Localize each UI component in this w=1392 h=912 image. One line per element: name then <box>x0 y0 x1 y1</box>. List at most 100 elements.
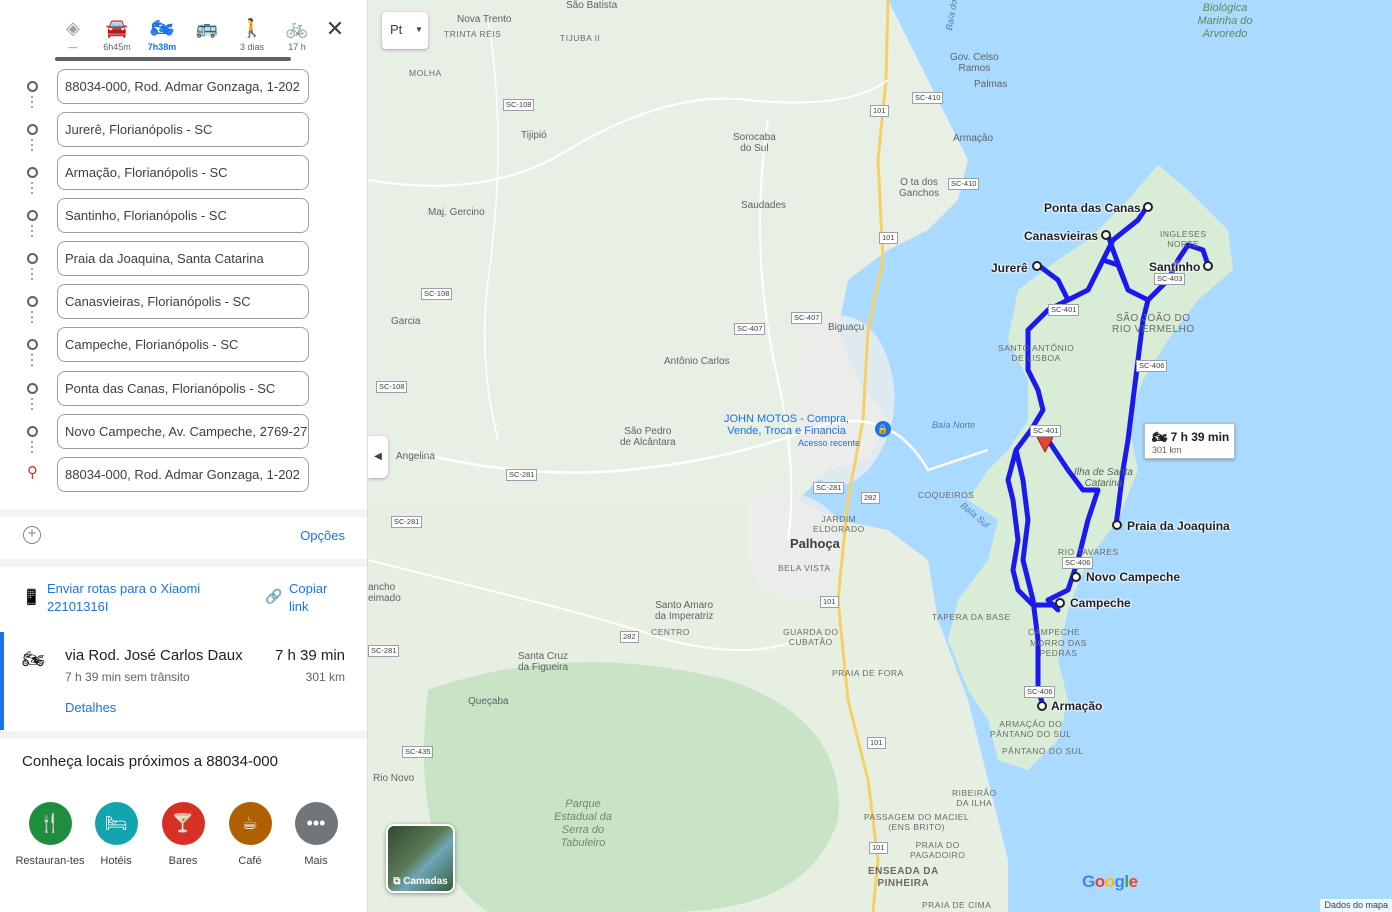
nearby-label: Hotéis <box>100 855 132 867</box>
map-waypoint-label: Canasvieiras <box>1024 229 1099 243</box>
nearby-label: Café <box>238 855 262 867</box>
map-canvas[interactable]: Nova Trento TRINTA RÉIS São Batista TIJU… <box>368 0 1392 912</box>
mode-motorcycle[interactable]: 🏍 7h38m <box>144 14 180 52</box>
language-button[interactable]: Pt ▼ <box>382 12 428 49</box>
waypoint-input[interactable]: Jurerê, Florianópolis - SC <box>57 112 309 147</box>
layers-label: ⧉ Camadas <box>393 876 448 887</box>
send-to-phone-icon: 📱 <box>22 589 41 606</box>
nearby-label: Bares <box>168 855 198 867</box>
waypoint-input[interactable]: 88034-000, Rod. Admar Gonzaga, 1-202 <box>57 69 309 104</box>
mode-car[interactable]: 🚘 6h45m <box>99 14 135 52</box>
route-tooltip[interactable]: 🏍 7 h 39 min 301 km <box>1144 423 1235 459</box>
copy-link-button[interactable]: Copiar link <box>289 580 349 616</box>
waypoint-input[interactable]: Armação, Florianópolis - SC <box>57 155 309 190</box>
divider <box>0 731 367 739</box>
bicycle-icon: 🚲 <box>285 18 309 38</box>
drag-dots-icon <box>31 139 34 153</box>
map-waypoint-label: Santinho <box>1149 260 1201 274</box>
route-option-card[interactable]: 🏍 via Rod. José Carlos Daux 7 h 39 min 7… <box>0 632 367 730</box>
nearby-hotels[interactable]: 🛏 Hotéis <box>81 802 151 868</box>
mode-bicycle[interactable]: 🚲 17 h <box>279 14 315 52</box>
waypoint-input[interactable]: Santinho, Florianópolis - SC <box>57 198 309 233</box>
more-icon: ••• <box>294 802 338 845</box>
details-link[interactable]: Detalhes <box>65 700 116 715</box>
mode-best-route[interactable]: ◈ — <box>55 14 91 52</box>
waypoint-row: Armação, Florianópolis - SC <box>0 154 367 194</box>
mode-label: 6h45m <box>103 42 131 52</box>
waypoint-dot-icon <box>27 383 38 394</box>
map-waypoint-label: Armação <box>1051 699 1103 713</box>
google-logo: Google <box>1082 872 1138 891</box>
link-icon: 🔗 <box>265 588 283 604</box>
drag-dots-icon <box>31 268 34 282</box>
language-label: Pt <box>390 22 403 37</box>
waypoint-dot-icon <box>27 296 38 307</box>
motorcycle-icon: 🏍 <box>150 18 174 38</box>
route-via: via Rod. José Carlos Daux <box>65 647 243 664</box>
waypoint-input[interactable]: Novo Campeche, Av. Campeche, 2769-27 <box>57 414 309 449</box>
waypoint-row: Novo Campeche, Av. Campeche, 2769-27 <box>0 413 367 453</box>
waypoint-row: Praia da Joaquina, Santa Catarina <box>0 240 367 280</box>
waypoint-row: Campeche, Florianópolis - SC <box>0 326 367 366</box>
options-button[interactable]: Opções <box>300 528 345 543</box>
walk-icon: 🚶 <box>240 18 264 38</box>
mode-transit[interactable]: 🚌 <box>189 14 225 42</box>
route-distance: 301 km <box>305 670 345 684</box>
share-row: 📱 Enviar rotas para o Xiaomi 22101316I 🔗… <box>0 570 367 628</box>
coffee-icon: ☕ <box>228 802 272 845</box>
waypoint-dot-icon <box>27 124 38 135</box>
restaurant-icon: 🍴 <box>28 802 72 845</box>
map-waypoint-label: Praia da Joaquina <box>1127 519 1230 533</box>
tooltip-time: 🏍 7 h 39 min <box>1152 430 1230 444</box>
hotel-icon: 🛏 <box>94 802 138 845</box>
waypoint-row: 88034-000, Rod. Admar Gonzaga, 1-202 <box>0 68 367 108</box>
divider <box>0 509 367 517</box>
map-data-link[interactable]: Dados do mapa <box>1320 899 1392 912</box>
map-waypoint-label: Ponta das Canas <box>1044 201 1141 215</box>
best-route-icon: ◈ <box>66 18 80 38</box>
add-stop-row: + Opções <box>0 517 367 555</box>
mode-label: 17 h <box>288 42 306 52</box>
mode-walk[interactable]: 🚶 3 dias <box>234 14 270 52</box>
waypoint-input[interactable]: Ponta das Canas, Florianópolis - SC <box>57 371 309 406</box>
waypoint-input[interactable]: Praia da Joaquina, Santa Catarina <box>57 241 309 276</box>
waypoint-input[interactable]: Canasvieiras, Florianópolis - SC <box>57 284 309 319</box>
waypoint-dot-icon <box>27 210 38 221</box>
waypoint-dot-icon <box>27 167 38 178</box>
directions-panel: ◈ — 🚘 6h45m 🏍 7h38m 🚌 🚶 3 dias 🚲 17 h ✕ <box>0 0 368 912</box>
nearby-title: Conheça locais próximos a 88034-000 <box>22 753 278 770</box>
transit-icon: 🚌 <box>195 18 219 38</box>
waypoint-dot-icon <box>27 426 38 437</box>
nearby-bars[interactable]: 🍸 Bares <box>148 802 218 868</box>
map-waypoint-label: Campeche <box>1070 596 1131 610</box>
motorcycle-icon: 🏍 <box>1152 430 1168 444</box>
send-to-phone-link[interactable]: Enviar rotas para o Xiaomi 22101316I <box>47 580 237 616</box>
drag-dots-icon <box>31 311 34 325</box>
car-icon: 🚘 <box>105 18 129 38</box>
collapse-panel-button[interactable]: ◀ <box>368 436 388 478</box>
route-duration: 7 h 39 min <box>274 647 345 664</box>
tooltip-distance: 301 km <box>1152 445 1182 455</box>
divider <box>0 559 367 567</box>
waypoint-dot-icon <box>27 253 38 264</box>
map-waypoint-label: Novo Campeche <box>1086 570 1181 584</box>
destination-pin-icon: ⚲ <box>27 464 38 481</box>
drag-dots-icon <box>31 225 34 239</box>
close-icon[interactable]: ✕ <box>322 16 348 42</box>
layers-button[interactable]: ⧉ Camadas <box>386 824 455 893</box>
nearby-cafe[interactable]: ☕ Café <box>215 802 285 868</box>
nearby-more[interactable]: ••• Mais <box>281 802 351 868</box>
destination-input[interactable]: 88034-000, Rod. Admar Gonzaga, 1-202 <box>57 457 309 492</box>
travel-mode-bar: ◈ — 🚘 6h45m 🏍 7h38m 🚌 🚶 3 dias 🚲 17 h <box>55 14 355 58</box>
motorcycle-icon: 🏍 <box>22 649 45 669</box>
drag-dots-icon <box>31 441 34 455</box>
mode-label: 7h38m <box>147 42 177 52</box>
add-stop-icon[interactable]: + <box>23 526 41 544</box>
waypoint-input[interactable]: Campeche, Florianópolis - SC <box>57 327 309 362</box>
waypoint-dot-icon <box>27 81 38 92</box>
bar-icon: 🍸 <box>161 802 205 845</box>
poi-marker-icon[interactable]: 🔒 <box>875 421 891 437</box>
nearby-restaurants[interactable]: 🍴 Restauran-tes <box>15 802 85 868</box>
drag-dots-icon <box>31 96 34 110</box>
waypoint-row: Jurerê, Florianópolis - SC <box>0 111 367 151</box>
